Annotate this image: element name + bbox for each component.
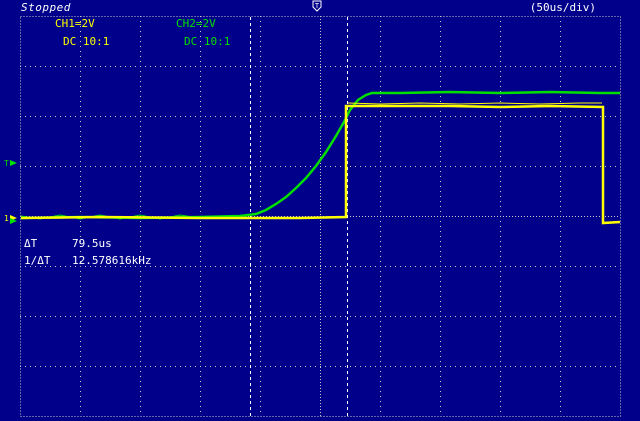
oscilloscope-screen: Stopped (50us/div) CH1=2V DC 10:1 CH2=2V… <box>0 0 640 421</box>
waveform-display: T T 1 <box>4 0 621 417</box>
delta-t-value: 79.5us <box>72 237 112 250</box>
trigger-level-arrow-icon <box>10 160 17 166</box>
delta-t-label: ΔT <box>24 237 38 250</box>
ch1-ground-icon: 1 <box>4 214 9 223</box>
ch1-noise <box>347 102 602 105</box>
inv-delta-t-label: 1/ΔT <box>24 254 51 267</box>
inv-delta-t-value: 12.578616kHz <box>72 254 152 267</box>
trigger-level-icon: T <box>4 159 9 168</box>
